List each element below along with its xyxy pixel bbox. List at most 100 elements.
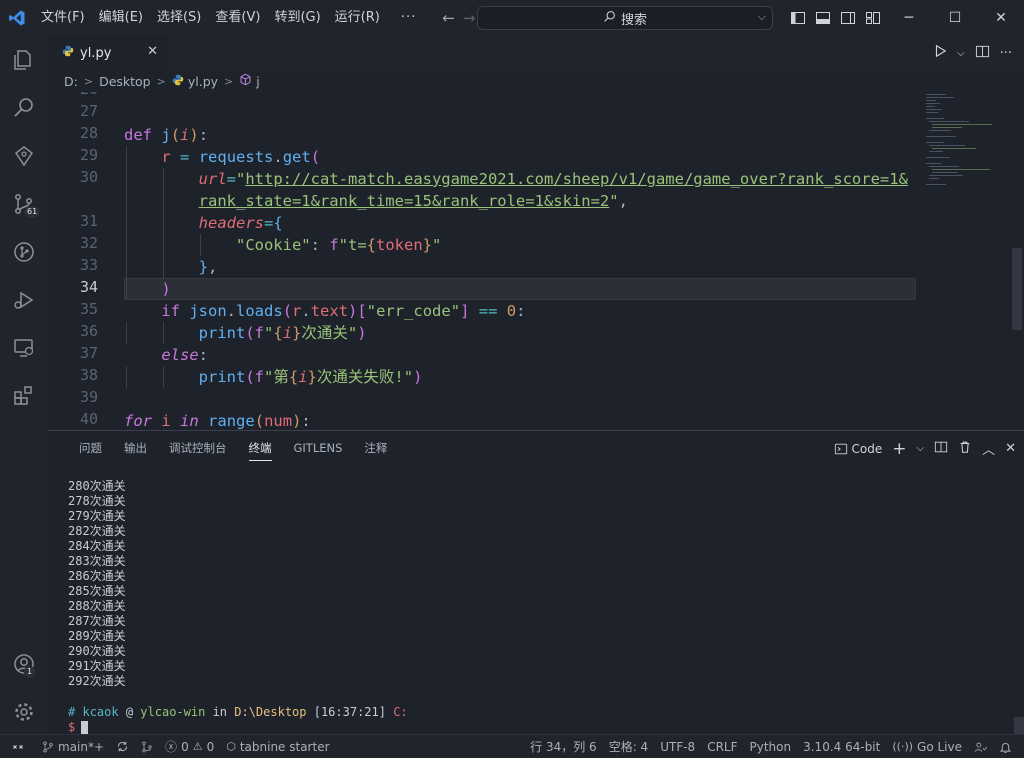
- close-tab-icon[interactable]: ✕: [147, 44, 158, 59]
- minimap[interactable]: [924, 92, 1004, 429]
- git-graph-icon[interactable]: [0, 228, 48, 276]
- toggle-secondary-sidebar-icon[interactable]: [840, 10, 856, 26]
- chevron-right-icon: >: [224, 74, 234, 88]
- problems-indicator[interactable]: ⓧ 0 ⚠ 0: [159, 735, 220, 758]
- run-debug-icon[interactable]: [0, 276, 48, 324]
- split-terminal-icon[interactable]: [934, 440, 948, 457]
- terminal-line: 287次通关: [68, 614, 126, 628]
- branch-indicator[interactable]: main*+: [36, 735, 110, 758]
- remote-explorer-icon[interactable]: [0, 324, 48, 372]
- tab-yl-py[interactable]: yl.py ✕: [48, 36, 168, 70]
- toggle-panel-icon[interactable]: [815, 10, 831, 26]
- menu-edit[interactable]: 编辑(E): [92, 0, 150, 36]
- run-file-icon[interactable]: [933, 44, 947, 62]
- more-actions-icon[interactable]: ···: [1000, 46, 1012, 61]
- code-line: else:: [161, 346, 208, 364]
- code-line: rank_state=1&rank_time=15&rank_role=1&sk…: [198, 192, 628, 210]
- git-graph-status-icon[interactable]: [135, 735, 159, 758]
- toggle-primary-sidebar-icon[interactable]: [790, 10, 806, 26]
- close-panel-icon[interactable]: ✕: [1005, 441, 1016, 456]
- terminal-line: 283次通关: [68, 554, 126, 568]
- tab-comments[interactable]: 注释: [353, 431, 398, 466]
- minimize-button[interactable]: ─: [886, 0, 932, 36]
- search-label: 搜索: [620, 12, 647, 28]
- breadcrumb-folder[interactable]: Desktop: [99, 74, 151, 89]
- python-file-icon: [172, 74, 184, 89]
- code-line: url="http://cat-match.easygame2021.com/s…: [198, 170, 908, 188]
- menu-run[interactable]: 运行(R): [328, 0, 387, 36]
- warning-count: 0: [206, 739, 215, 754]
- status-bar: main*+ ⓧ 0 ⚠ 0 ⬡ tabnine starter 行 34，列 …: [0, 734, 1024, 758]
- source-control-icon[interactable]: 61: [0, 180, 48, 228]
- editor-scrollbar[interactable]: [1010, 92, 1024, 429]
- activity-bar: 61 1: [0, 36, 48, 734]
- breadcrumb-symbol[interactable]: j: [256, 74, 259, 89]
- close-window-button[interactable]: ✕: [978, 0, 1024, 36]
- bell-icon[interactable]: [993, 735, 1018, 758]
- line-number: 28: [79, 124, 98, 142]
- trash-icon[interactable]: [958, 440, 972, 457]
- terminal-input-line[interactable]: $: [68, 720, 89, 734]
- line-number-active: 34: [79, 278, 98, 296]
- chevron-down-icon[interactable]: ⌵: [758, 10, 766, 24]
- customize-layout-icon[interactable]: [865, 10, 881, 26]
- tab-gitlens[interactable]: GITLENS: [283, 431, 354, 466]
- new-terminal-icon[interactable]: +: [892, 439, 906, 459]
- menu-selection[interactable]: 选择(S): [150, 0, 208, 36]
- terminal-prompt: # kcaok @ ylcao-win in D:\Desktop [16:37…: [68, 705, 408, 719]
- tab-label: yl.py: [80, 45, 112, 61]
- chevron-right-icon: >: [156, 74, 166, 88]
- sync-icon[interactable]: [110, 735, 135, 758]
- terminal-line: 285次通关: [68, 584, 126, 598]
- extensions-icon[interactable]: [0, 372, 48, 420]
- maximize-button[interactable]: ☐: [932, 0, 978, 36]
- go-live-label: Go Live: [917, 740, 962, 754]
- menu-more[interactable]: ···: [387, 0, 430, 36]
- code-text[interactable]: def j(i): r = requests.get( url="http://…: [124, 92, 924, 429]
- maximize-panel-icon[interactable]: ︿: [982, 439, 995, 458]
- search-icon: [603, 10, 616, 27]
- accounts-status-icon[interactable]: [968, 735, 993, 758]
- back-arrow-icon[interactable]: ←: [442, 9, 455, 27]
- accounts-icon[interactable]: 1: [0, 640, 48, 688]
- forward-arrow-icon[interactable]: →: [463, 9, 476, 27]
- terminal-scrollbar[interactable]: [1014, 717, 1024, 735]
- menu-view[interactable]: 查看(V): [208, 0, 267, 36]
- tabnine-indicator[interactable]: ⬡ tabnine starter: [220, 735, 335, 758]
- python-interpreter[interactable]: 3.10.4 64-bit: [797, 735, 886, 758]
- cursor-position[interactable]: 行 34，列 6: [524, 735, 603, 758]
- tab-problems[interactable]: 问题: [68, 431, 113, 466]
- encoding[interactable]: UTF-8: [654, 735, 701, 758]
- language-mode[interactable]: Python: [744, 735, 798, 758]
- menu-file[interactable]: 文件(F): [34, 0, 92, 36]
- breadcrumb-file[interactable]: yl.py: [188, 74, 218, 89]
- gear-icon[interactable]: [0, 688, 48, 736]
- remote-indicator[interactable]: [0, 735, 36, 758]
- terminal-line: 288次通关: [68, 599, 126, 613]
- explorer-icon[interactable]: [0, 36, 48, 84]
- terminal-output[interactable]: 280次通关 278次通关 279次通关 282次通关 284次通关 283次通…: [68, 479, 126, 689]
- code-line: print(f"第{i}次通关失败!"): [198, 368, 423, 386]
- indentation[interactable]: 空格: 4: [603, 735, 655, 758]
- tabnine-icon: ⬡: [226, 739, 236, 753]
- gitlens-icon[interactable]: [0, 132, 48, 180]
- end-of-line[interactable]: CRLF: [701, 735, 743, 758]
- breadcrumb-drive[interactable]: D:: [64, 74, 78, 89]
- code-editor[interactable]: 26 27 28 29 30 31 32 33 34 35 36 37 38 3…: [48, 92, 1024, 429]
- chevron-down-icon[interactable]: ⌵: [916, 443, 924, 454]
- search-view-icon[interactable]: [0, 84, 48, 132]
- menu-go[interactable]: 转到(G): [267, 0, 327, 36]
- tab-terminal[interactable]: 终端: [238, 431, 283, 466]
- go-live-button[interactable]: ((·)) Go Live: [886, 735, 968, 758]
- tab-debug-console[interactable]: 调试控制台: [158, 431, 238, 466]
- terminal-line: 291次通关: [68, 659, 126, 673]
- terminal-selector[interactable]: Code: [834, 442, 882, 456]
- split-editor-icon[interactable]: [975, 44, 990, 63]
- command-center-search[interactable]: 搜索 ⌵: [477, 6, 773, 30]
- git-branch-icon: [43, 741, 53, 752]
- tab-output[interactable]: 输出: [113, 431, 158, 466]
- run-dropdown-chevron-icon[interactable]: ⌵: [957, 48, 965, 59]
- line-number-gutter: 26 27 28 29 30 31 32 33 34 35 36 37 38 3…: [48, 92, 106, 429]
- code-line: if json.loads(r.text)["err_code"] == 0:: [161, 302, 526, 320]
- line-number: 32: [79, 234, 98, 252]
